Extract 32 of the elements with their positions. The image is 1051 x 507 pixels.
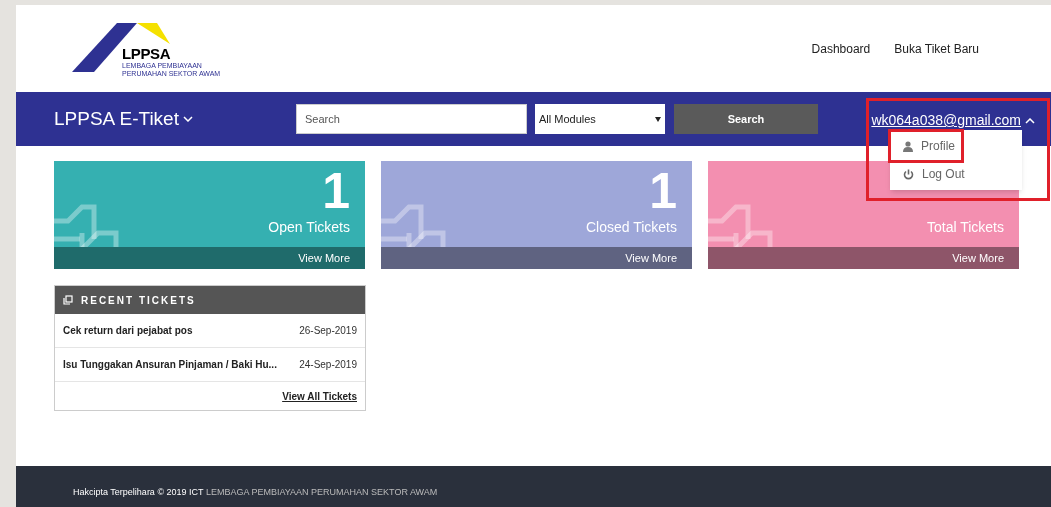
chevron-down-icon <box>182 116 193 122</box>
view-all-link[interactable]: View All Tickets <box>282 388 357 404</box>
search-field[interactable]: Search <box>296 104 527 134</box>
brand-menu[interactable]: LPPSA E-Tiket <box>54 104 296 134</box>
ticket-date: 26-Sep-2019 <box>299 324 357 338</box>
dropdown-icon <box>655 116 661 122</box>
user-icon <box>903 140 913 152</box>
nav-link[interactable]: Dashboard <box>811 39 871 58</box>
view-more-link[interactable]: View More <box>625 249 677 267</box>
logo-wordmark: LPPSA <box>122 45 171 61</box>
card-label: Total Tickets <box>926 218 1004 237</box>
power-icon <box>903 168 914 180</box>
ticket-row[interactable]: Cek return dari pejabat pos 26-Sep-2019 <box>55 314 365 348</box>
search-button[interactable]: Search <box>674 104 818 134</box>
user-menu-toggle[interactable]: wk064a038@gmail.com <box>871 110 1035 131</box>
card-label: Closed Tickets <box>585 218 677 237</box>
ticket-row[interactable]: Isu Tunggakan Ansuran Pinjaman / Baki Hu... 24-Sep-2019 <box>55 348 365 382</box>
menu-item[interactable]: Log Out <box>891 160 1021 188</box>
view-more-link[interactable]: View More <box>298 249 350 267</box>
ticket-count: 1 <box>649 165 677 217</box>
ticket-date: 24-Sep-2019 <box>299 358 357 372</box>
card-label: Open Tickets <box>268 218 350 237</box>
view-more-link[interactable]: View More <box>952 249 1004 267</box>
panel-title: RECENT TICKETS <box>81 293 196 308</box>
ticket-count: 1 <box>322 165 350 217</box>
ticket-subject: Isu Tunggakan Ansuran Pinjaman / Baki Hu... <box>63 358 277 372</box>
copyright-text: Hakcipta Terpelihara © 2019 ICT LEMBAGA PEMBIAYAAN PERUMAHAN SEKTOR AWAM <box>73 487 438 497</box>
menu-item[interactable]: Profile <box>891 132 961 160</box>
module-select[interactable]: All Modules <box>535 104 665 134</box>
nav-link[interactable]: Buka Tiket Baru <box>894 39 979 58</box>
tickets-icon <box>63 295 73 305</box>
ticket-subject: Cek return dari pejabat pos <box>63 324 193 338</box>
